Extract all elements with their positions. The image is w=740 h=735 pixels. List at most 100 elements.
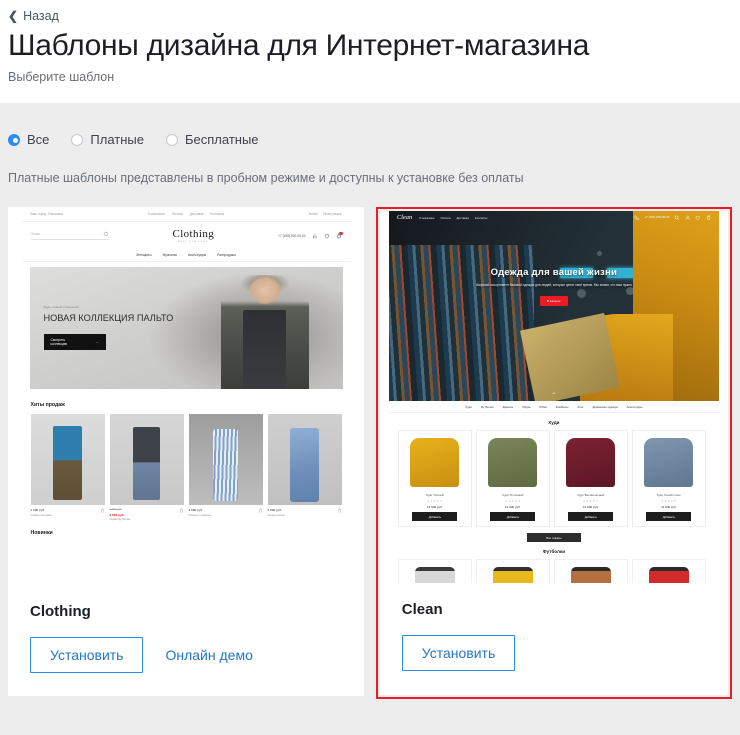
preview-hero-text: Одежда для вашей жизни Широкий ассортиме… (389, 267, 719, 306)
product-name: Худи 'Тёплый' (425, 493, 444, 497)
preview-nav-item: Аксессуары (187, 253, 207, 257)
product-image (188, 414, 263, 505)
back-link-label: Назад (23, 9, 59, 23)
add-to-cart-button: Добавить (646, 512, 692, 522)
add-to-cart-button: Добавить (490, 512, 536, 522)
product-price: 12 900 руб. (505, 505, 521, 509)
preview-city: Ваш город: Ульяновск (30, 212, 64, 216)
card-actions: Установить (401, 635, 706, 671)
page-header: ❮ Назад Шаблоны дизайна для Интернет-маг… (0, 0, 740, 103)
radio-icon (71, 133, 84, 146)
back-link[interactable]: ❮ Назад (8, 9, 59, 23)
preview-nav-item: Контакты (474, 215, 488, 220)
filter-radio-group: Все Платные Бесплатные (8, 103, 732, 147)
chevron-left-icon: ❮ (8, 9, 19, 23)
preview-header-right: +7 (495) 000-00-00 (634, 215, 711, 220)
preview-section-title-next: Новинки (30, 530, 53, 537)
radio-icon (166, 133, 178, 146)
preview-logo: Clothing (172, 228, 215, 240)
template-name: Clothing (30, 603, 91, 620)
template-card-clothing[interactable]: Ваш город: Ульяновск О магазине Оплата Д… (8, 207, 365, 696)
preview-logo-sub: BEST FOR LOOK (178, 241, 209, 243)
preview-product: 4 490 руб. 2 516 руб. Серая футболка (109, 414, 184, 521)
install-button[interactable]: Установить (401, 635, 516, 671)
product-image (475, 559, 550, 583)
product-name: Платье с печатью (188, 514, 211, 518)
preview-hero-title: Одежда для вашей жизни (490, 267, 618, 278)
product-price: 11 900 руб. (661, 505, 677, 509)
product-rating: ★★★★★ (660, 499, 677, 503)
filter-option-all[interactable]: Все (8, 132, 49, 147)
product-image (631, 559, 706, 583)
template-preview-clothing: Ваш город: Ульяновск О магазине Оплата Д… (8, 207, 365, 585)
preview-top-link: О магазине (147, 212, 165, 216)
product-image (636, 435, 702, 490)
page-title: Шаблоны дизайна для Интернет-магазина (8, 29, 590, 62)
preview-top-link: Оплата (171, 212, 183, 216)
preview-hero: Clean О магазине Оплата Доставка Контакт… (388, 211, 719, 401)
preview-search-placeholder: Поиск (30, 232, 40, 236)
preview-cat-item: Аксессуары (626, 404, 643, 409)
product-meta: 4 990 руб. (268, 505, 342, 513)
heart-icon (695, 215, 700, 220)
preview-cat-item: Лонг (577, 404, 584, 409)
preview-topbar: Clean О магазине Оплата Доставка Контакт… (389, 211, 719, 224)
install-button[interactable]: Установить (30, 637, 144, 673)
cart-icon (336, 231, 344, 239)
cart-icon (337, 508, 341, 513)
filter-note: Платные шаблоны представлены в пробном р… (8, 171, 524, 185)
preview-section-title-2: Футболки (542, 549, 566, 555)
filter-option-free[interactable]: Бесплатные (166, 132, 259, 147)
product-meta: 4 990 руб. (189, 505, 263, 513)
filter-option-paid[interactable]: Платные (71, 132, 144, 147)
preview-nav-item: Распродажа (217, 253, 236, 257)
preview-cat-item: Обувь (522, 404, 531, 409)
preview-hero-cta: Смотреть коллекцию → (43, 334, 106, 351)
template-card-clean[interactable]: Clean О магазине Оплата Доставка Контакт… (379, 211, 728, 695)
preview-search: Поиск (30, 231, 109, 240)
preview-products: 1 990 руб. Синяя толстовка 4 490 руб. 2 … (22, 414, 351, 521)
preview-register: Регистрация (322, 212, 342, 216)
product-price: 1 990 руб. (30, 508, 46, 512)
product-image (558, 435, 624, 490)
preview-nav-item: Доставка (456, 215, 469, 220)
preview-login: Войти (308, 212, 318, 216)
template-card-slot-clean: Clean О магазине Оплата Доставка Контакт… (375, 207, 733, 699)
preview-hero: Будь самой стильной! НОВАЯ КОЛЛЕКЦИЯ ПАЛ… (29, 267, 343, 389)
preview-top-link: Контакты (210, 212, 225, 216)
product-price: 4 990 руб. (188, 508, 204, 512)
product-price: 13 900 руб. (583, 505, 599, 509)
product-name: Синее платье (267, 514, 285, 518)
hero-bokeh (596, 250, 602, 256)
preview-cat-item: Худи (465, 404, 472, 409)
page-subtitle: Выберите шаблон (8, 69, 115, 84)
compare-icon (312, 233, 317, 238)
preview-hero-subtitle: Широкий ассортимент базовой одежды для л… (476, 283, 632, 287)
preview-nav-item: Оплата (440, 215, 451, 220)
preview-hero-cta: В каталог (539, 295, 568, 306)
preview-product: Худи 'Тёплый' ★★★★★ 12 900 руб. Добавить (397, 430, 472, 528)
filter-option-all-label: Все (27, 132, 50, 147)
product-image (30, 414, 105, 505)
preview-cat-item: Джинсы (502, 404, 514, 409)
product-name: Худи 'Отличный' (502, 493, 524, 497)
cart-badge (339, 231, 344, 236)
online-demo-link[interactable]: Онлайн демо (165, 647, 252, 663)
filter-area: Все Платные Бесплатные Платные шаблоны п… (0, 103, 740, 185)
card-footer: Clothing Установить Онлайн демо (8, 585, 364, 696)
preview-cat-item: Юбки (539, 404, 547, 409)
product-price: 4 990 руб. (267, 508, 283, 512)
preview-nav: О магазине Оплата Доставка Контакты (419, 216, 487, 220)
product-image (397, 559, 472, 583)
all-products-button: Все товары (526, 533, 581, 543)
product-price: 12 900 руб. (427, 505, 443, 509)
preview-phone: +7 (495) 000-00-00 (278, 233, 306, 238)
preview-hero-text: Будь самой стильной! НОВАЯ КОЛЛЕКЦИЯ ПАЛ… (43, 305, 173, 351)
preview-logo-wrap: Clothing BEST FOR LOOK (115, 228, 273, 243)
preview-nav-item: Мужчины (162, 253, 177, 257)
template-card-slot-clothing: Ваш город: Ульяновск О магазине Оплата Д… (8, 207, 365, 699)
preview-section-title: Худи (548, 420, 560, 425)
template-name: Clean (401, 601, 443, 618)
product-image (402, 435, 468, 490)
preview-product: Худи 'Отличный' ★★★★★ 12 900 руб. Добави… (475, 430, 550, 528)
